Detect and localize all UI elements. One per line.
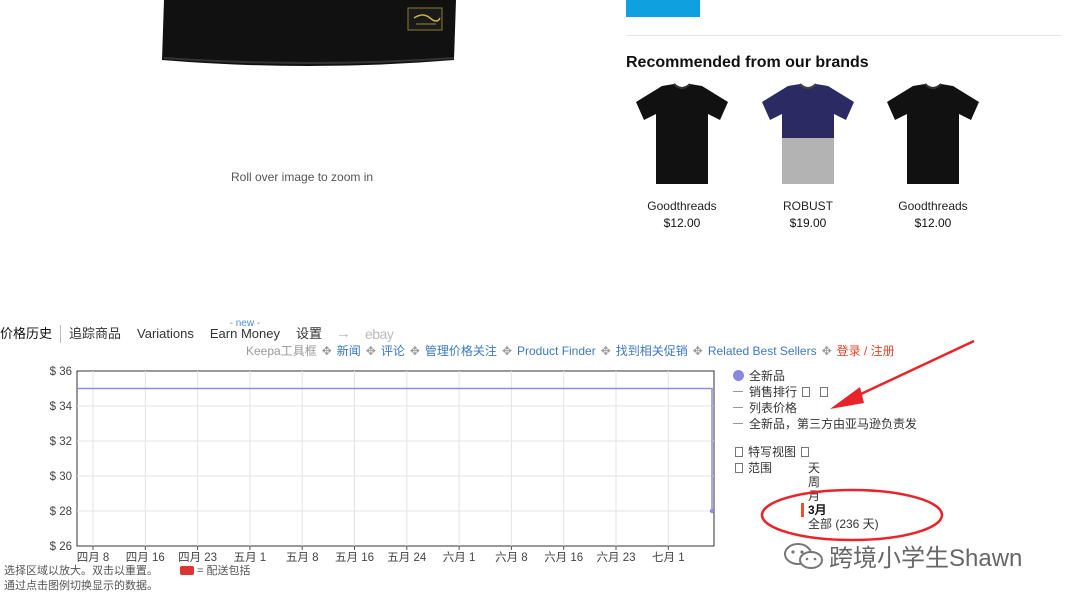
x-axis-ticks: 四月 8 四月 16 四月 23 五月 1 五月 8 五月 16 五月 24 六月 1 六月 8… — [77, 546, 685, 564]
chart-series — [77, 387, 715, 514]
y-tick-label: $ 26 — [50, 541, 72, 553]
footnote-legend: 通过点击图例切换显示的数据。 — [4, 580, 158, 592]
link-manage-tracking[interactable]: 管理价格关注 — [425, 344, 497, 358]
watermark-text: 跨境小学生Shawn — [829, 545, 1023, 572]
footnote-zoom: 选择区域以放大。双击以重置。 — [4, 565, 158, 577]
link-deals[interactable]: 找到相关促销 — [616, 344, 688, 358]
x-tick-label: 四月 8 — [77, 552, 110, 564]
y-axis-ticks: $ 36 $ 34 $ 32 $ 30 $ 28 $ 26 — [50, 366, 73, 553]
x-tick-label: 五月 1 — [234, 552, 267, 564]
separator-icon: ✥ — [692, 344, 703, 358]
x-tick-label: 六月 8 — [495, 551, 528, 564]
recommended-item[interactable]: ROBUST $19.00 — [753, 80, 863, 232]
arrow-icon: → — [335, 325, 351, 342]
tshirt-image[interactable] — [758, 80, 858, 190]
tab-ebay[interactable]: ebay — [357, 325, 401, 343]
footnote-shipping: = 配送包括 — [197, 565, 251, 577]
tab-earn-money[interactable]: - new - Earn Money — [202, 318, 288, 343]
x-tick-label: 七月 1 — [652, 551, 685, 564]
zoom-hint: Roll over image to zoom in — [231, 170, 374, 184]
divider — [626, 35, 1062, 36]
product-main-image[interactable] — [158, 0, 462, 68]
x-tick-label: 六月 16 — [544, 551, 583, 564]
keepa-tabs: 价格历史 追踪商品 Variations - new - Earn Money … — [0, 318, 401, 343]
plot-frame — [76, 370, 715, 547]
price-history-chart[interactable]: $ 36 $ 34 $ 32 $ 30 $ 28 $ 26 四月 8 四月 16 四月 23 五… — [0, 362, 740, 567]
y-tick-label: $ 34 — [50, 401, 73, 413]
x-tick-label: 五月 24 — [387, 552, 427, 564]
dash-icon — [733, 391, 743, 392]
tshirt-image[interactable] — [883, 80, 983, 190]
separator-icon: ✥ — [600, 344, 611, 358]
tab-variations[interactable]: Variations — [129, 325, 202, 343]
series-line-new — [77, 387, 713, 511]
annotation-arrow-line — [845, 339, 975, 403]
add-to-cart-button[interactable] — [626, 0, 700, 17]
tab-price-history[interactable]: 价格历史 — [0, 325, 62, 343]
tshirt-image[interactable] — [632, 80, 732, 190]
x-tick-label: 四月 23 — [178, 552, 217, 564]
separator-icon: ✥ — [365, 344, 376, 358]
link-news[interactable]: 新闻 — [337, 344, 361, 358]
x-tick-label: 五月 8 — [286, 552, 319, 564]
recommended-brand[interactable]: ROBUST — [753, 198, 863, 214]
recommended-item[interactable]: Goodthreads $12.00 — [627, 80, 737, 232]
new-badge: - new - — [229, 318, 261, 329]
chart-footnote: 选择区域以放大。双击以重置。 = 配送包括 通过点击图例切换显示的数据。 — [4, 564, 250, 594]
separator-icon: ✥ — [501, 344, 512, 358]
series-end-point — [709, 508, 715, 514]
x-tick-label: 六月 23 — [597, 551, 636, 564]
truck-icon — [180, 566, 194, 575]
tab-settings[interactable]: 设置 — [288, 325, 330, 343]
watermark: 跨境小学生Shawn — [783, 538, 1022, 573]
annotation-ellipse — [760, 488, 944, 542]
checkbox-icon[interactable] — [735, 447, 743, 457]
x-tick-label: 六月 1 — [443, 551, 476, 564]
y-tick-label: $ 30 — [50, 471, 72, 483]
separator-icon: ✥ — [321, 344, 332, 358]
link-reviews[interactable]: 评论 — [381, 344, 405, 358]
link-toolbox[interactable]: Keepa工具框 — [246, 344, 317, 358]
recommended-price: $12.00 — [663, 216, 701, 230]
tab-tracking[interactable]: 追踪商品 — [61, 325, 129, 343]
recommended-item[interactable]: Goodthreads $12.00 — [878, 80, 988, 232]
x-tick-label: 五月 16 — [335, 552, 374, 564]
recommended-price: $12.00 — [914, 216, 952, 230]
x-tick-label: 四月 16 — [126, 552, 165, 564]
separator-icon: ✥ — [409, 344, 420, 358]
chart-grid — [76, 370, 715, 547]
recommended-price: $19.00 — [789, 216, 827, 230]
dash-icon — [733, 423, 743, 424]
recommended-title: Recommended from our brands — [626, 54, 869, 71]
recommended-brand[interactable]: Goodthreads — [627, 198, 737, 214]
link-product-finder[interactable]: Product Finder — [517, 344, 596, 358]
series-dot-icon — [733, 370, 744, 381]
dash-icon — [733, 407, 743, 408]
y-tick-label: $ 28 — [50, 506, 72, 518]
y-tick-label: $ 32 — [50, 436, 72, 448]
annotation-arrow-head — [830, 387, 864, 409]
annotation-overlay — [760, 339, 975, 542]
checkbox-icon — [735, 463, 743, 473]
wechat-icon — [784, 542, 823, 569]
y-tick-label: $ 36 — [50, 366, 72, 378]
recommended-brand[interactable]: Goodthreads — [878, 198, 988, 214]
